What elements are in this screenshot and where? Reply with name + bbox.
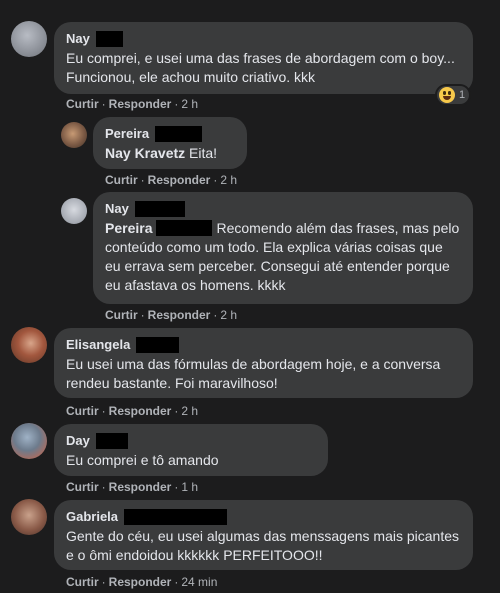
reaction-count: 1	[459, 89, 466, 101]
comment-bubble: Day Eu comprei e tô amando	[54, 424, 328, 476]
redacted-surname	[134, 200, 185, 217]
avatar[interactable]	[11, 21, 47, 57]
comment-bubble: Nay Pereira Recomendo além das frases, ma…	[93, 192, 473, 304]
like-button[interactable]: Curtir	[66, 480, 99, 494]
comment-bubble: Gabriela Gente do céu, eu usei algumas d…	[54, 500, 473, 570]
comment-author[interactable]: Gabriela	[66, 509, 118, 524]
redacted-surname	[95, 432, 128, 449]
comment-bubble: Pereira Nay Kravetz Eita!	[93, 117, 247, 169]
reply-button[interactable]: Responder	[148, 308, 211, 322]
comment-actions: Curtir · Responder · 24 min	[66, 575, 218, 589]
comment-text: Nay Kravetz Eita!	[105, 145, 218, 161]
comment-actions: Curtir · Responder · 2 h	[66, 404, 199, 418]
laughing-emoji-icon	[439, 87, 455, 103]
comment-text: Gente do céu, eu usei algumas das menssa…	[66, 528, 460, 563]
avatar[interactable]	[11, 499, 47, 535]
comment-timestamp[interactable]: 1 h	[181, 480, 198, 494]
comment-text: Eu comprei e tô amando	[66, 452, 219, 468]
reply-button[interactable]: Responder	[109, 480, 172, 494]
comment-timestamp[interactable]: 2 h	[220, 308, 237, 322]
comment-text: Pereira Recomendo além das frases, mas pe…	[105, 220, 460, 293]
reply-button[interactable]: Responder	[109, 97, 172, 111]
redacted-surname	[155, 125, 203, 142]
comment-text: Eu usei uma das fórmulas de abordagem ho…	[66, 356, 441, 391]
like-button[interactable]: Curtir	[66, 575, 99, 589]
comment-timestamp[interactable]: 2 h	[181, 97, 198, 111]
like-button[interactable]: Curtir	[66, 404, 99, 418]
like-button[interactable]: Curtir	[105, 308, 138, 322]
comment-author[interactable]: Pereira	[105, 126, 149, 141]
reply-button[interactable]: Responder	[109, 575, 172, 589]
comment-author[interactable]: Elisangela	[66, 337, 130, 352]
avatar[interactable]	[11, 423, 47, 459]
redacted-surname	[136, 336, 180, 353]
comment-actions: Curtir · Responder · 2 h	[105, 308, 238, 322]
reaction-badge[interactable]: 1	[437, 86, 470, 104]
comment-timestamp[interactable]: 2 h	[181, 404, 198, 418]
redacted-surname	[124, 508, 228, 525]
comment-author[interactable]: Day	[66, 433, 90, 448]
redacted-mention	[156, 220, 213, 236]
reply-button[interactable]: Responder	[148, 173, 211, 187]
comment-author[interactable]: Nay	[105, 201, 129, 216]
like-button[interactable]: Curtir	[105, 173, 138, 187]
comment-actions: Curtir · Responder · 2 h	[105, 173, 238, 187]
comment-actions: Curtir · Responder · 1 h	[66, 480, 199, 494]
comment-author[interactable]: Nay	[66, 31, 90, 46]
like-button[interactable]: Curtir	[66, 97, 99, 111]
comment-timestamp[interactable]: 2 h	[220, 173, 237, 187]
mentioned-user[interactable]: Nay Kravetz	[105, 145, 185, 161]
comment-bubble: Nay Eu comprei, e usei uma das frases de…	[54, 22, 473, 94]
avatar[interactable]	[61, 122, 87, 148]
mentioned-user[interactable]: Pereira	[105, 220, 152, 236]
comment-bubble: Elisangela Eu usei uma das fórmulas de a…	[54, 328, 473, 398]
comment-actions: Curtir · Responder · 2 h	[66, 97, 199, 111]
reply-button[interactable]: Responder	[109, 404, 172, 418]
avatar[interactable]	[61, 198, 87, 224]
avatar[interactable]	[11, 327, 47, 363]
comment-text: Eu comprei, e usei uma das frases de abo…	[66, 50, 455, 85]
redacted-surname	[95, 30, 123, 47]
comment-timestamp[interactable]: 24 min	[181, 575, 217, 589]
